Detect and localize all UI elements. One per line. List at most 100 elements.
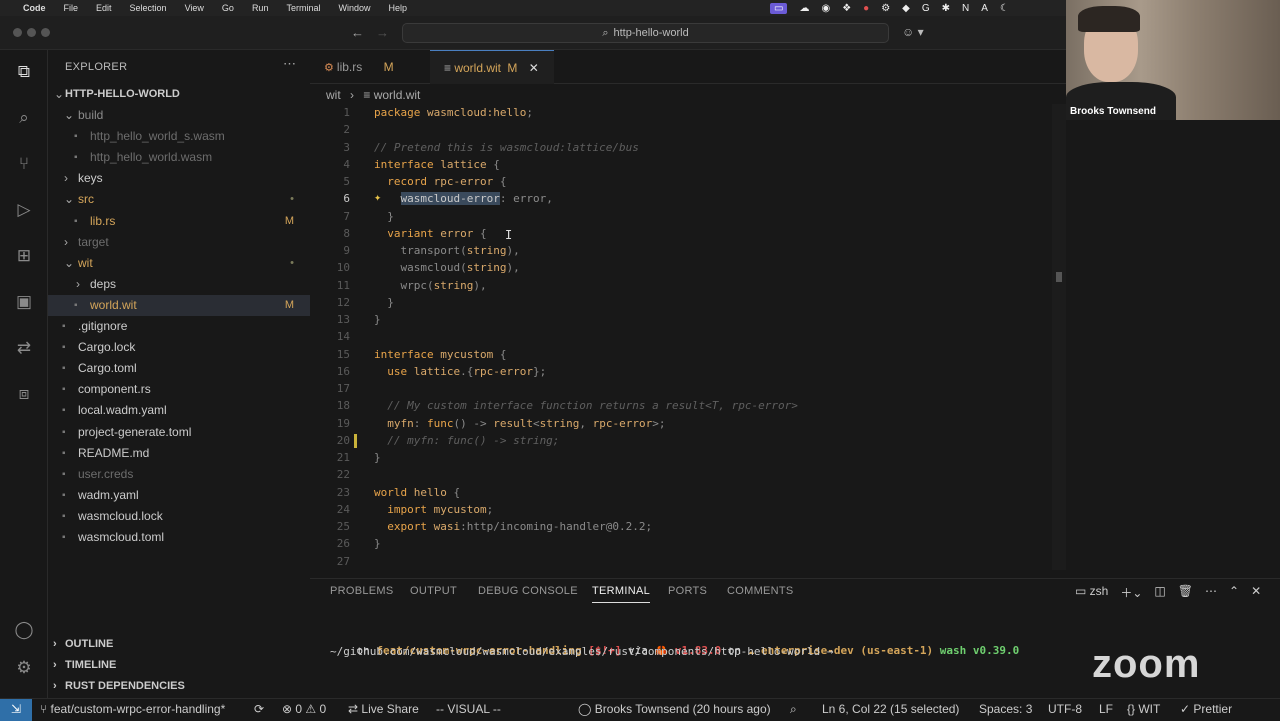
trash-icon[interactable]: 🗑 [1178, 584, 1193, 601]
live-share-icon[interactable]: ⇄ [12, 336, 36, 360]
tree-item[interactable]: › target [48, 232, 310, 253]
tree-item[interactable]: › deps [48, 274, 310, 295]
split-terminal-icon[interactable]: ◫ [1154, 584, 1165, 601]
tree-item[interactable]: ▪ Cargo.lock [48, 337, 310, 358]
extension-icon[interactable]: ❖ [842, 3, 851, 14]
zoom-magnifier-icon[interactable]: ⌕ [790, 702, 797, 717]
extensions-icon[interactable]: ⊞ [12, 244, 36, 268]
new-terminal-icon[interactable]: ＋⌄ [1120, 584, 1142, 601]
menu-edit[interactable]: Edit [96, 3, 112, 13]
breadcrumb-folder[interactable]: wit [326, 88, 341, 102]
minimize-window-button[interactable] [27, 28, 36, 37]
menu-selection[interactable]: Selection [130, 3, 167, 13]
remote-indicator[interactable]: ⇲ [0, 699, 32, 721]
source-control-icon[interactable]: ⑂ [12, 152, 36, 176]
tree-item[interactable]: ▪ wasmcloud.lock [48, 506, 310, 527]
app-icon[interactable]: ◆ [902, 3, 910, 14]
tree-item[interactable]: ▪ http_hello_world_s.wasm [48, 126, 310, 147]
problems-indicator[interactable]: ⊗ 0 ⚠ 0 [282, 702, 326, 716]
menu-window[interactable]: Window [338, 3, 370, 13]
menu-view[interactable]: View [185, 3, 204, 13]
record-icon[interactable]: ◉ [821, 3, 830, 14]
tree-item[interactable]: ▪ wasmcloud.toml [48, 527, 310, 548]
terminal-shell-selector[interactable]: ▭ zsh [1075, 584, 1108, 601]
menu-run[interactable]: Run [252, 3, 269, 13]
more-actions-icon[interactable]: ⋯ [1205, 584, 1217, 601]
zoom-window-button[interactable] [41, 28, 50, 37]
settings-icon[interactable]: ⚙ [881, 3, 890, 14]
menu-file[interactable]: File [64, 3, 79, 13]
language-mode[interactable]: {} WIT [1127, 702, 1160, 716]
containers-icon[interactable]: ⧈ [12, 382, 36, 406]
outline-section[interactable]: › OUTLINE [48, 634, 310, 655]
notes-icon[interactable]: N [962, 3, 969, 14]
moon-icon[interactable]: ☾ [1000, 3, 1009, 14]
text-icon[interactable]: A [981, 3, 988, 14]
explorer-root-folder[interactable]: ⌄ HTTP-HELLO-WORLD [48, 84, 310, 105]
tree-item[interactable]: ⌄ src • [48, 189, 310, 210]
tree-item[interactable]: ⌄ build [48, 105, 310, 126]
tree-item[interactable]: ▪ local.wadm.yaml [48, 400, 310, 421]
back-arrow-icon[interactable]: ← [351, 25, 364, 40]
tab-world-wit[interactable]: ≡ world.wit M ✕ [430, 50, 554, 84]
tree-item[interactable]: ▪ user.creds [48, 464, 310, 485]
account-icon[interactable]: ◯ [12, 618, 36, 642]
tree-item[interactable]: ⌄ wit • [48, 253, 310, 274]
end-of-line[interactable]: LF [1099, 702, 1113, 716]
tab-terminal[interactable]: TERMINAL [592, 585, 651, 603]
run-debug-icon[interactable]: ▷ [12, 198, 36, 222]
tree-item[interactable]: ▪ wadm.yaml [48, 485, 310, 506]
tree-item[interactable]: ▪ .gitignore [48, 316, 310, 337]
rust-dependencies-section[interactable]: › RUST DEPENDENCIES [48, 676, 310, 697]
notification-icon[interactable]: ● [863, 3, 869, 14]
tab-ports[interactable]: PORTS [668, 585, 707, 597]
branch-indicator[interactable]: ⑂ feat/custom-wrpc-error-handling* [40, 702, 225, 716]
close-window-button[interactable] [13, 28, 22, 37]
manage-gear-icon[interactable]: ⚙ [12, 656, 36, 680]
cloud-icon[interactable]: ☁ [799, 3, 809, 14]
explorer-icon[interactable]: ⧉ [12, 60, 36, 84]
command-center-search[interactable]: ⌕ http-hello-world [402, 23, 889, 43]
tree-item[interactable]: ▪ project-generate.toml [48, 422, 310, 443]
tree-item[interactable]: ▪ README.md [48, 443, 310, 464]
tree-item[interactable]: ▪ world.wit M [48, 294, 310, 316]
close-tab-icon[interactable]: ✕ [529, 61, 539, 75]
tree-item[interactable]: › keys [48, 168, 310, 189]
git-blame[interactable]: ◯ Brooks Townsend (20 hours ago) [578, 702, 771, 716]
bluetooth-icon[interactable]: ✱ [942, 3, 950, 14]
tab-debug-console[interactable]: DEBUG CONSOLE [478, 585, 578, 597]
breadcrumb-file[interactable]: world.wit [374, 88, 421, 102]
tab-lib-rs[interactable]: ⚙ lib.rs M [310, 50, 424, 84]
copilot-icon[interactable]: ☺ ▾ [902, 25, 924, 39]
lightbulb-icon[interactable]: ✦ [374, 190, 381, 204]
forward-arrow-icon[interactable]: → [376, 25, 389, 40]
tree-item[interactable]: ▪ lib.rs M [48, 211, 310, 232]
code-editor[interactable]: 1 package wasmcloud:hello; 2 3// Pretend th… [310, 104, 1066, 570]
live-share-button[interactable]: ⇄ Live Share [348, 702, 419, 716]
menu-go[interactable]: Go [222, 3, 234, 13]
sync-icon[interactable]: ⟳ [254, 702, 264, 716]
tab-output[interactable]: OUTPUT [410, 585, 457, 597]
maximize-panel-icon[interactable]: ⌃ [1229, 584, 1239, 601]
cursor-position[interactable]: Ln 6, Col 22 (15 selected) [822, 702, 959, 716]
tab-problems[interactable]: PROBLEMS [330, 585, 394, 597]
menu-app-name[interactable]: Code [23, 3, 46, 13]
close-panel-icon[interactable]: ✕ [1251, 584, 1261, 601]
tree-item[interactable]: ▪ http_hello_world.wasm [48, 147, 310, 168]
screen-share-icon[interactable]: ▭ [770, 2, 788, 14]
tree-item[interactable]: ▪ Cargo.toml [48, 358, 310, 379]
tree-item[interactable]: ▪ component.rs [48, 379, 310, 400]
menu-terminal[interactable]: Terminal [286, 3, 320, 13]
remote-explorer-icon[interactable]: ▣ [12, 290, 36, 314]
menu-help[interactable]: Help [388, 3, 407, 13]
search-view-icon[interactable]: ⌕ [12, 106, 36, 130]
terminal-path-line[interactable]: ~/github.com/wasmcloud/wasmcloud/example… [330, 645, 833, 658]
timeline-section[interactable]: › TIMELINE [48, 655, 310, 676]
tab-comments[interactable]: COMMENTS [727, 585, 794, 597]
indentation[interactable]: Spaces: 3 [979, 702, 1032, 716]
editor-scrollbar[interactable] [1052, 104, 1066, 570]
grammar-icon[interactable]: G [922, 3, 930, 14]
more-actions-icon[interactable]: ⋯ [283, 56, 296, 72]
encoding[interactable]: UTF-8 [1048, 702, 1082, 716]
prettier-button[interactable]: ✓ Prettier [1180, 702, 1232, 716]
